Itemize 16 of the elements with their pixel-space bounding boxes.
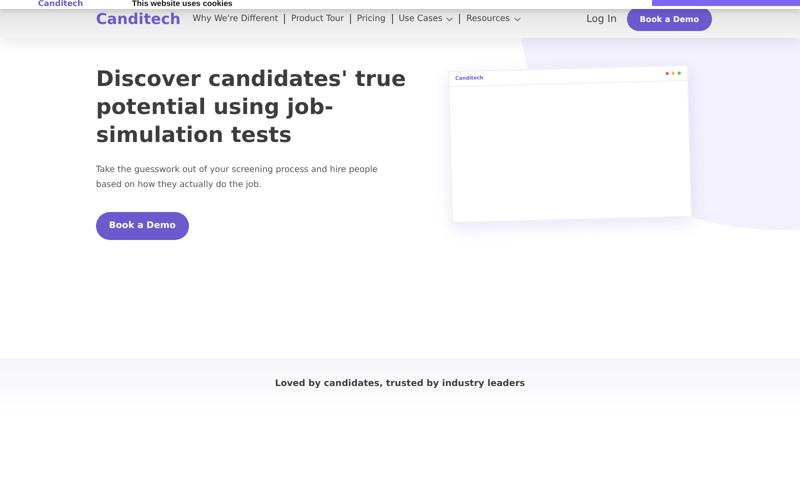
nav-link[interactable]: Product Tour xyxy=(284,14,350,24)
hero-subtitle: Take the guesswork out of your screening process and hire people based on how they actually do the job. xyxy=(96,164,379,192)
nav-link[interactable]: Resources xyxy=(459,14,527,24)
logo[interactable]: Canditech xyxy=(96,10,181,28)
hero-heading: Discover candidates' true potential using job-simulation tests xyxy=(96,66,407,150)
cookie-title: This website uses cookies xyxy=(132,0,232,8)
nav-link[interactable]: Use Cases xyxy=(392,14,460,24)
login-link[interactable]: Log In xyxy=(586,14,617,24)
nav-link[interactable]: Pricing xyxy=(350,14,392,24)
nav-link[interactable]: Why We're Different xyxy=(192,14,284,24)
book-demo-button[interactable]: Book a Demo xyxy=(626,7,712,31)
window-dots-icon xyxy=(665,71,682,76)
trust-heading: Loved by candidates, trusted by industry leaders xyxy=(274,379,526,391)
cookie-button[interactable] xyxy=(652,0,800,6)
book-demo-button[interactable]: Book a Demo xyxy=(96,212,189,240)
banner-logo: Canditech xyxy=(38,0,84,9)
